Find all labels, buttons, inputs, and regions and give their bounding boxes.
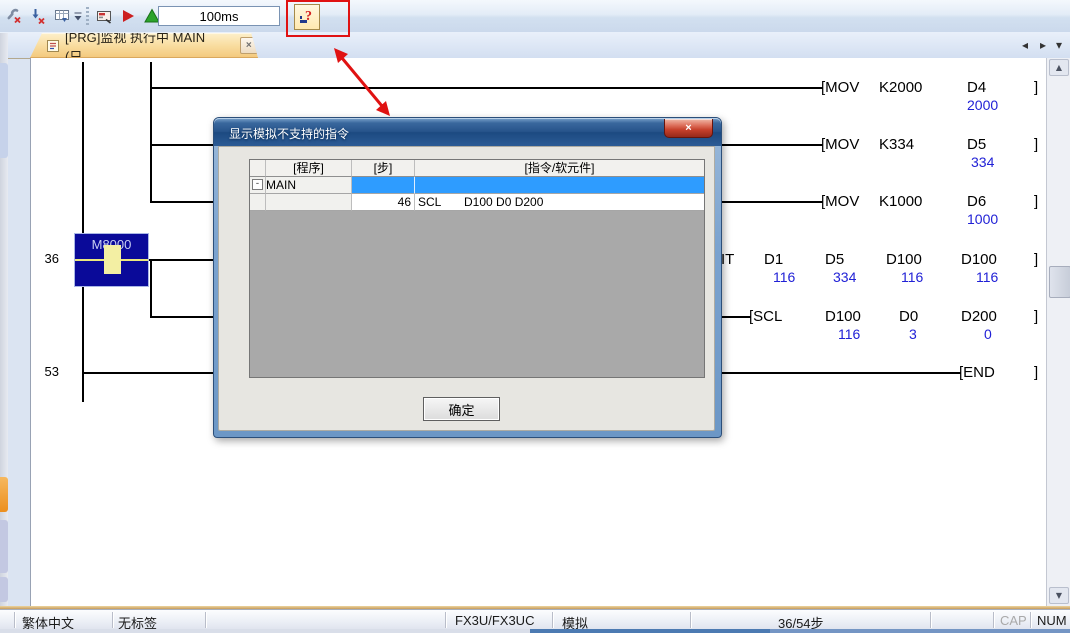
ladder-token: [MOV — [821, 79, 859, 96]
status-separator — [993, 612, 994, 628]
ladder-token: D4 — [967, 79, 986, 96]
dialog-unsupported-instructions: 显示模拟不支持的指令 × [程序] [步] [指令/软元件] - MAIN — [213, 117, 722, 438]
taskbar-edge — [0, 629, 1070, 633]
ladder-wire — [148, 259, 215, 261]
ladder-wire — [151, 87, 823, 89]
ladder-token: D1 — [764, 251, 783, 268]
ladder-token: K334 — [879, 136, 914, 153]
monitor-value: 334 — [971, 154, 994, 170]
status-separator — [445, 612, 446, 628]
rung-number: 53 — [31, 364, 59, 379]
monitor-value: 0 — [984, 326, 992, 342]
status-separator — [690, 612, 691, 628]
contact-m8000-cursor[interactable]: M8000 — [74, 233, 149, 287]
monitor-value: 116 — [901, 269, 923, 285]
ladder-token: ] — [1034, 136, 1038, 153]
expand-cell — [250, 194, 266, 211]
monitor-value: 1000 — [967, 211, 998, 227]
ladder-wire — [722, 316, 751, 318]
scrollbar-thumb[interactable] — [1049, 266, 1070, 298]
ladder-token: D5 — [825, 251, 844, 268]
dialog-body: [程序] [步] [指令/软元件] - MAIN 46 SCLD100 D0 D… — [218, 146, 715, 431]
rung-number: 36 — [31, 251, 59, 266]
status-separator — [1030, 612, 1031, 628]
monitor-value: 116 — [976, 269, 998, 285]
ladder-token: K2000 — [879, 79, 922, 96]
ladder-token: ] — [1034, 364, 1038, 381]
monitor-value: 2000 — [967, 97, 998, 113]
table-header-row: [程序] [步] [指令/软元件] — [250, 160, 704, 177]
ladder-token: [MOV — [821, 136, 859, 153]
status-separator — [205, 612, 206, 628]
ladder-token: D100 — [825, 308, 861, 325]
program-cell[interactable]: MAIN — [266, 177, 352, 194]
dialog-close-icon[interactable]: × — [664, 119, 713, 138]
status-caps-lock: CAP — [1000, 613, 1027, 628]
status-plc-type: FX3U/FX3UC — [455, 613, 534, 628]
contact-on-indicator — [104, 245, 121, 274]
instruction-cell[interactable]: SCLD100 D0 D200 — [415, 194, 704, 211]
step-cell-selected[interactable] — [352, 177, 415, 194]
ladder-token: K1000 — [879, 193, 922, 210]
ladder-wire — [151, 201, 215, 203]
ladder-token: [END — [959, 364, 995, 381]
instruction-name: SCL — [415, 194, 464, 211]
step-cell[interactable]: 46 — [352, 194, 415, 211]
ladder-token: [SCL — [749, 308, 782, 325]
expand-cell[interactable]: - — [250, 177, 266, 194]
monitor-value: 334 — [833, 269, 856, 285]
application-window: ? [PRG]监视 执行中 MAIN (只... × ◂ ▸ ▾ M8000 — [0, 0, 1070, 633]
ladder-token: D6 — [967, 193, 986, 210]
program-cell — [266, 194, 352, 211]
ladder-token: D100 — [961, 251, 997, 268]
status-separator — [552, 612, 553, 628]
ladder-token: IT — [721, 251, 734, 268]
taskbar-segment — [770, 629, 1070, 633]
ladder-wire — [721, 144, 823, 146]
monitor-value: 3 — [909, 326, 917, 342]
ladder-wire — [82, 62, 84, 402]
monitor-value: 116 — [838, 326, 860, 342]
scroll-up-icon[interactable]: ▲ — [1049, 59, 1069, 76]
header-instruction: [指令/软元件] — [415, 160, 704, 177]
table-row[interactable]: 46 SCLD100 D0 D200 — [250, 194, 704, 211]
collapse-icon[interactable]: - — [252, 179, 263, 190]
header-step: [步] — [352, 160, 415, 177]
ok-button[interactable]: 确定 — [423, 397, 500, 421]
ladder-token: ] — [1034, 251, 1038, 268]
monitor-value: 116 — [773, 269, 795, 285]
status-separator — [112, 612, 113, 628]
ladder-token: ] — [1034, 193, 1038, 210]
unsupported-instruction-table: [程序] [步] [指令/软元件] - MAIN 46 SCLD100 D0 D… — [249, 159, 705, 378]
scroll-down-icon[interactable]: ▼ — [1049, 587, 1069, 604]
dialog-title: 显示模拟不支持的指令 — [229, 125, 349, 142]
header-blank — [250, 160, 266, 177]
dialog-titlebar[interactable]: 显示模拟不支持的指令 × — [214, 118, 721, 146]
status-bar: 繁体中文 无标签 FX3U/FX3UC 模拟 36/54步 CAP NUM — [0, 609, 1070, 630]
ladder-wire — [150, 62, 152, 203]
status-separator — [14, 612, 15, 628]
status-separator — [930, 612, 931, 628]
vertical-scrollbar[interactable]: ▲ ▼ — [1046, 58, 1070, 606]
ladder-wire — [151, 144, 215, 146]
ladder-wire — [150, 259, 152, 318]
ladder-token: ] — [1034, 79, 1038, 96]
taskbar-segment — [530, 629, 770, 633]
ladder-token: [MOV — [821, 193, 859, 210]
status-num-lock: NUM — [1037, 613, 1067, 628]
ladder-wire — [721, 201, 823, 203]
instruction-devices: D100 D0 D200 — [464, 195, 543, 209]
instruction-cell-selected[interactable] — [415, 177, 704, 194]
header-program: [程序] — [266, 160, 352, 177]
ladder-token: D5 — [967, 136, 986, 153]
ladder-token: D200 — [961, 308, 997, 325]
ladder-token: D0 — [899, 308, 918, 325]
ladder-token: D100 — [886, 251, 922, 268]
table-row[interactable]: - MAIN — [250, 177, 704, 194]
ladder-token: ] — [1034, 308, 1038, 325]
ladder-wire — [151, 316, 215, 318]
taskbar-segment — [0, 629, 530, 633]
